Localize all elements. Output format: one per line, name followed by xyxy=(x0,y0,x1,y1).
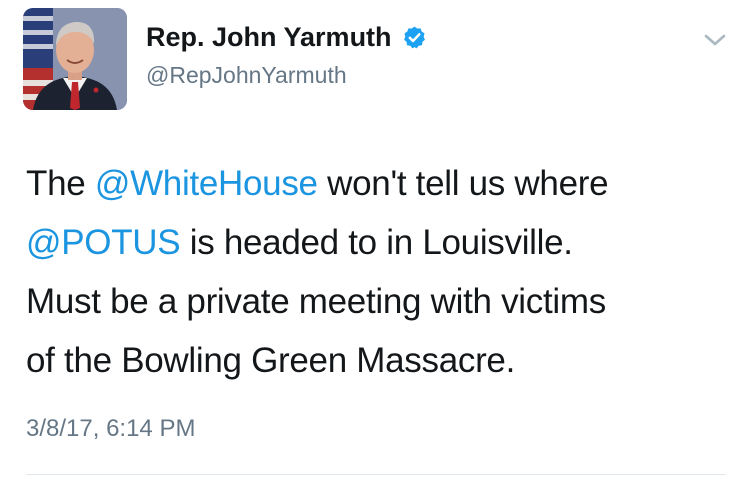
tweet-text: The @WhiteHouse won't tell us where @POTU… xyxy=(26,154,726,390)
tweet-text-segment: of the Bowling Green Massacre. xyxy=(26,341,516,380)
author-name-row: Rep. John Yarmuth xyxy=(146,22,427,53)
tweet-text-segment: is headed to in Louisville. xyxy=(180,223,573,262)
author-display-name[interactable]: Rep. John Yarmuth xyxy=(146,22,392,53)
tweet-card: Rep. John Yarmuth @RepJohnYarmuth The @W… xyxy=(0,0,747,493)
divider xyxy=(26,474,726,475)
avatar[interactable] xyxy=(23,8,127,110)
tweet-timestamp[interactable]: 3/8/17, 6:14 PM xyxy=(26,415,195,443)
mention-link[interactable]: @POTUS xyxy=(26,223,181,262)
tweet-text-segment: won't tell us where xyxy=(317,164,609,203)
tweet-text-segment: Must be a private meeting with victims xyxy=(26,282,606,321)
tweet-text-line: @POTUS is headed to in Louisville. xyxy=(26,213,726,272)
avatar-photo xyxy=(23,8,127,110)
mention-link[interactable]: @WhiteHouse xyxy=(95,164,318,203)
chevron-down-icon[interactable] xyxy=(702,30,728,50)
author-handle[interactable]: @RepJohnYarmuth xyxy=(146,62,347,89)
tweet-text-line: of the Bowling Green Massacre. xyxy=(26,331,726,390)
tweet-text-segment: The xyxy=(26,164,95,203)
tweet-text-line: Must be a private meeting with victims xyxy=(26,272,726,331)
tweet-text-line: The @WhiteHouse won't tell us where xyxy=(26,154,726,213)
verified-badge-icon xyxy=(402,25,427,50)
